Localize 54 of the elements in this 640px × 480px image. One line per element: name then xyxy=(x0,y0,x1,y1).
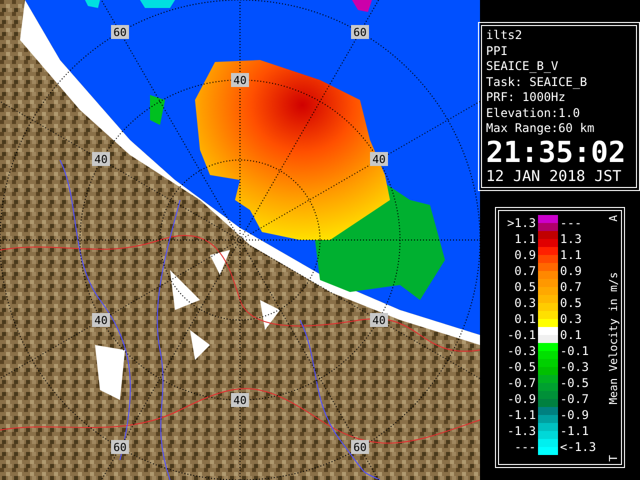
range-label: 60 xyxy=(351,440,369,454)
legend-value: <-1.3 xyxy=(559,438,598,454)
range-label: 40 xyxy=(92,152,110,166)
echo-patch xyxy=(352,0,372,12)
info-line: ilts2 xyxy=(486,28,524,44)
legend-value: 0.5 xyxy=(559,294,583,310)
info-line: Max Range:60 km xyxy=(486,121,596,136)
legend-value: 1.1 xyxy=(513,230,536,246)
legend-value: -0.3 xyxy=(559,358,590,374)
legend-value: -1.1 xyxy=(506,406,536,422)
legend-value: -0.5 xyxy=(559,374,590,390)
legend-value: 0.5 xyxy=(513,278,536,294)
legend-value: -0.9 xyxy=(506,390,536,406)
range-label: 40 xyxy=(231,393,249,407)
range-label: 40 xyxy=(92,313,110,327)
legend-value: -0.5 xyxy=(506,358,536,374)
legend-value: 0.9 xyxy=(513,246,536,262)
legend-value: -1.1 xyxy=(559,422,590,438)
time-text: 21:35:02 xyxy=(486,136,627,166)
info-line: Elevation:1.0 xyxy=(486,106,581,121)
legend-value: -0.7 xyxy=(559,390,590,406)
legend-value: -0.1 xyxy=(506,326,536,342)
date-text: 12 JAN 2018 JST xyxy=(486,166,622,186)
legend-title: Mean Velocity in m/s xyxy=(608,272,620,404)
legend-value: 0.7 xyxy=(559,278,583,294)
legend-value: 0.9 xyxy=(559,262,583,278)
legend-mark: A xyxy=(608,214,620,222)
legend-value: --- xyxy=(513,438,536,454)
legend-value: >1.3 xyxy=(506,214,536,230)
info-line: PRF: 1000Hz xyxy=(486,90,566,106)
legend-value: --- xyxy=(559,214,583,230)
legend-value: 0.1 xyxy=(559,326,583,342)
legend-value: 0.3 xyxy=(559,310,583,326)
echo-patch xyxy=(150,95,165,125)
range-label: 40 xyxy=(370,313,388,327)
legend-value: -0.9 xyxy=(559,406,590,422)
range-label: 60 xyxy=(111,25,129,39)
range-label: 40 xyxy=(231,73,249,87)
info-line: Task: SEAICE_B xyxy=(486,74,588,90)
legend-value: -0.7 xyxy=(506,374,536,390)
legend-value: 0.3 xyxy=(513,294,536,310)
range-label: 60 xyxy=(351,25,369,39)
range-label: 60 xyxy=(111,440,129,454)
legend-value: 0.1 xyxy=(513,310,536,326)
range-label: 40 xyxy=(370,152,388,166)
legend-mark: T xyxy=(608,454,620,462)
legend-value: -0.1 xyxy=(559,342,590,358)
legend-value: 1.1 xyxy=(559,246,583,262)
info-line: PPI xyxy=(486,44,509,59)
legend-value: -0.3 xyxy=(506,342,536,358)
legend-value: -1.3 xyxy=(506,422,536,438)
legend-value: 1.3 xyxy=(559,230,583,246)
info-line: SEAICE_B_V xyxy=(486,59,560,74)
legend-value: 0.7 xyxy=(513,262,536,278)
